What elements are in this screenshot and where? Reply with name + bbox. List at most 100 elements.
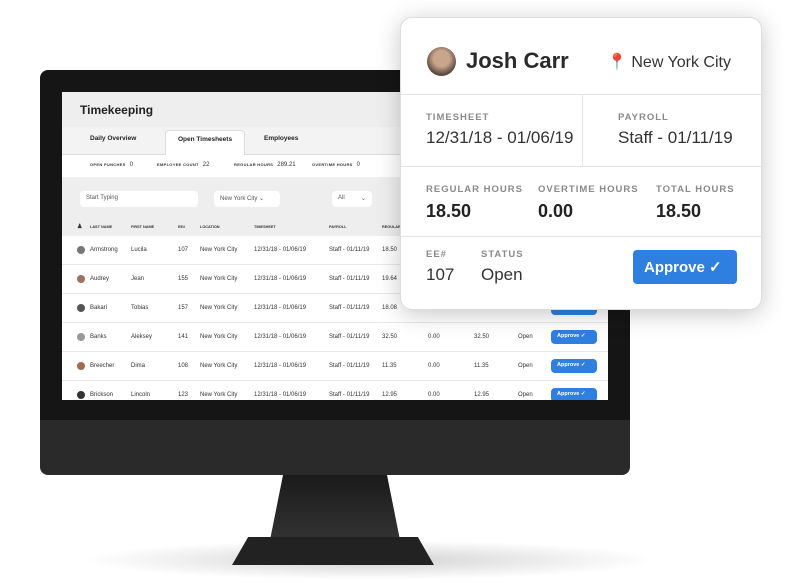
- cell-timesheet: 12/31/18 - 01/06/19: [254, 363, 307, 369]
- cell-last: Bakari: [90, 305, 108, 311]
- cell-regular: 11.35: [382, 363, 397, 369]
- avatar: [77, 275, 85, 283]
- cell-location: New York City: [200, 247, 238, 253]
- monitor-stand: [270, 475, 400, 540]
- timesheet-label: TIMESHEET: [426, 112, 490, 123]
- col-regular[interactable]: REGULAR: [382, 225, 401, 229]
- cell-timesheet: 12/31/18 - 01/06/19: [254, 247, 307, 253]
- approve-button[interactable]: Approve ✓: [551, 359, 597, 373]
- chevron-down-icon: ⌄: [259, 196, 265, 202]
- cell-location: New York City: [200, 392, 238, 398]
- cell-last: Banks: [90, 334, 107, 340]
- search-input[interactable]: Start Typing: [80, 191, 198, 207]
- employee-detail-card: Josh Carr 📍 New York City TIMESHEET 12/3…: [400, 17, 762, 310]
- cell-first: Jean: [131, 276, 145, 282]
- status-label: STATUS: [481, 249, 524, 260]
- cell-timesheet: 12/31/18 - 01/06/19: [254, 305, 307, 311]
- cell-location: New York City: [200, 276, 238, 282]
- cell-first: Dima: [131, 363, 146, 369]
- cell-payroll: Staff - 01/11/19: [329, 363, 370, 369]
- monitor-base: [232, 537, 434, 565]
- table-row[interactable]: Breecher Dima 108 New York City 12/31/18 - 0…: [62, 352, 608, 381]
- total-hours-value: 18.50: [656, 201, 702, 221]
- tab-employees[interactable]: Employees: [264, 135, 298, 142]
- cell-ee: 157: [178, 305, 189, 311]
- cell-overtime: 0.00: [428, 363, 440, 369]
- tab-open-timesheets[interactable]: Open Timesheets: [165, 130, 246, 156]
- map-pin-icon: 📍: [607, 54, 627, 71]
- cell-regular: 12.95: [382, 392, 398, 398]
- cell-total: 11.35: [474, 363, 489, 369]
- avatar: [77, 362, 85, 370]
- col-last-name[interactable]: LAST NAME: [90, 225, 112, 229]
- col-ee[interactable]: EE#: [178, 225, 185, 229]
- cell-payroll: Staff - 01/11/19: [329, 247, 370, 253]
- cell-first: Lincoln: [131, 392, 151, 398]
- location-select[interactable]: New York City ⌄: [214, 191, 280, 207]
- person-icon: ♟: [77, 224, 83, 230]
- cell-ee: 141: [178, 334, 189, 340]
- col-timesheet[interactable]: TIMESHEET: [254, 225, 276, 229]
- cell-regular: 19.64: [382, 276, 398, 282]
- timesheet-section: TIMESHEET 12/31/18 - 01/06/19 PAYROLL St…: [401, 94, 761, 167]
- stat-overtime-hours: OVERTIME HOURS 0: [312, 162, 360, 168]
- cell-regular: 18.50: [382, 247, 398, 253]
- cell-payroll: Staff - 01/11/19: [329, 276, 370, 282]
- cell-first: Lucila: [131, 247, 147, 253]
- location: 📍 New York City: [607, 54, 731, 71]
- cell-payroll: Staff - 01/11/19: [329, 392, 370, 398]
- table-row[interactable]: Brickson Lincoln 123 New York City 12/31/18 …: [62, 381, 608, 400]
- avatar: [77, 333, 85, 341]
- approve-button[interactable]: Approve ✓: [551, 388, 597, 400]
- cell-first: Tobias: [131, 305, 149, 311]
- regular-hours-label: REGULAR HOURS: [426, 184, 523, 195]
- avatar: [77, 246, 85, 254]
- cell-status: Open: [518, 334, 533, 340]
- cell-first: Aleksey: [131, 334, 153, 340]
- col-payroll[interactable]: PAYROLL: [329, 225, 347, 229]
- col-first-name[interactable]: FIRST NAME: [131, 225, 154, 229]
- check-icon: ✓: [709, 259, 722, 276]
- cell-payroll: Staff - 01/11/19: [329, 334, 370, 340]
- status-select[interactable]: All ⌄: [332, 191, 372, 207]
- regular-hours-value: 18.50: [426, 201, 472, 221]
- cell-status: Open: [518, 392, 533, 398]
- check-icon: ✓: [580, 333, 586, 339]
- cell-total: 32.50: [474, 334, 490, 340]
- hours-section: REGULAR HOURS 18.50 OVERTIME HOURS 0.00 …: [401, 166, 761, 236]
- overtime-hours-label: OVERTIME HOURS: [538, 184, 639, 195]
- cell-overtime: 0.00: [428, 334, 440, 340]
- total-hours-label: TOTAL HOURS: [656, 184, 735, 195]
- ee-value: 107: [426, 265, 455, 284]
- cell-overtime: 0.00: [428, 392, 440, 398]
- cell-regular: 18.08: [382, 305, 398, 311]
- payroll-value: Staff - 01/11/19: [618, 128, 733, 147]
- approve-button[interactable]: Approve ✓: [633, 250, 737, 284]
- cell-ee: 108: [178, 363, 189, 369]
- approve-button[interactable]: Approve ✓: [551, 330, 597, 344]
- cell-status: Open: [518, 363, 533, 369]
- table-row[interactable]: Banks Aleksey 141 New York City 12/31/18 - 0…: [62, 323, 608, 352]
- cell-regular: 32.50: [382, 334, 398, 340]
- col-location[interactable]: LOCATION: [200, 225, 220, 229]
- cell-ee: 107: [178, 247, 189, 253]
- stat-open-punches: OPEN PUNCHES 0: [90, 162, 133, 168]
- cell-last: Armstrong: [90, 247, 118, 253]
- ee-label: EE#: [426, 249, 447, 260]
- chevron-down-icon: ⌄: [360, 196, 366, 202]
- cell-ee: 123: [178, 392, 189, 398]
- avatar: [427, 47, 456, 76]
- tab-daily-overview[interactable]: Daily Overview: [90, 135, 136, 142]
- cell-last: Audrey: [90, 276, 110, 282]
- check-icon: ✓: [580, 362, 586, 368]
- stat-regular-hours: REGULAR HOURS 289.21: [234, 162, 296, 168]
- avatar: [77, 391, 85, 399]
- employee-name: Josh Carr: [466, 48, 569, 73]
- status-value: Open: [481, 265, 523, 284]
- payroll-label: PAYROLL: [618, 112, 669, 123]
- cell-location: New York City: [200, 334, 238, 340]
- cell-total: 12.95: [474, 392, 490, 398]
- timesheet-value: 12/31/18 - 01/06/19: [426, 128, 574, 147]
- cell-last: Brickson: [90, 392, 114, 398]
- cell-location: New York City: [200, 363, 238, 369]
